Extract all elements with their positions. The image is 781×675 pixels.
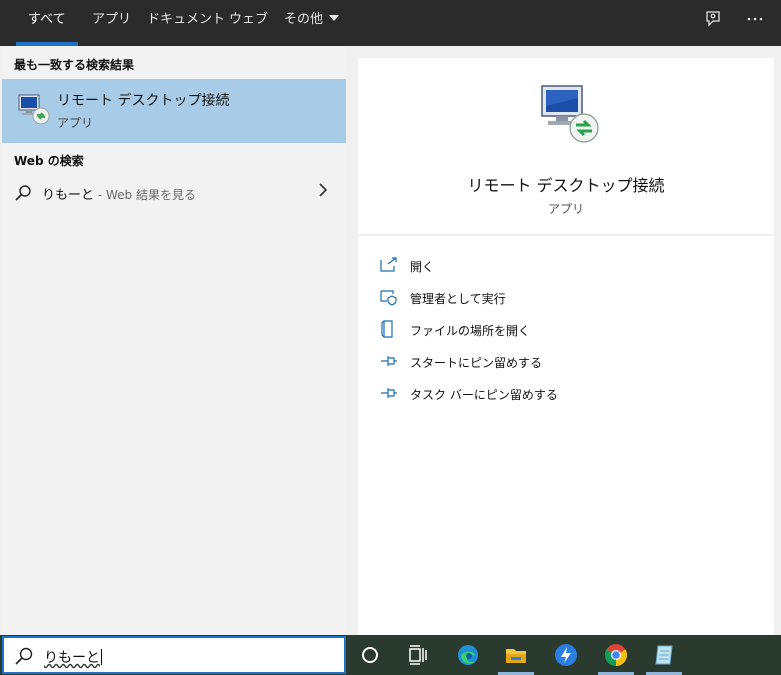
notepad-button[interactable]: [640, 635, 688, 675]
web-search-suffix: - Web 結果を見る: [94, 188, 196, 202]
edge-icon: [458, 645, 478, 665]
text-cursor: [101, 649, 102, 665]
preview-pane: リモート デスクトップ接続 アプリ 開く 管理者として実行 ファイルの場所を開く: [346, 46, 781, 635]
feedback-icon[interactable]: [702, 10, 724, 32]
search-icon: [14, 646, 34, 666]
web-search-result[interactable]: りもーと - Web 結果を見る: [2, 176, 346, 210]
remote-desktop-icon: [538, 82, 600, 144]
edge-button[interactable]: [444, 635, 492, 675]
action-run-as-admin-label: 管理者として実行: [410, 292, 506, 306]
pin-icon: [380, 352, 398, 370]
best-match-subtitle: アプリ: [57, 116, 94, 130]
action-open-label: 開く: [410, 260, 435, 274]
remote-desktop-icon: [16, 91, 50, 125]
file-location-icon: [380, 320, 398, 338]
tab-apps[interactable]: アプリ: [92, 0, 131, 46]
run-as-admin-icon: [380, 288, 398, 306]
best-match-title: リモート デスクトップ接続: [57, 93, 230, 109]
app-detail-title: リモート デスクトップ接続: [467, 176, 665, 195]
more-options-icon[interactable]: [744, 10, 766, 32]
pin-icon: [380, 384, 398, 402]
action-pin-to-start-label: スタートにピン留めする: [410, 356, 543, 370]
search-input-text: りもーと: [44, 650, 100, 666]
notepad-icon: [655, 645, 673, 665]
app-detail-card: リモート デスクトップ接続 アプリ: [358, 58, 774, 234]
search-icon: [14, 184, 32, 202]
file-explorer-button[interactable]: [492, 635, 540, 675]
web-search-query: りもーと: [42, 188, 95, 203]
action-pin-to-taskbar-label: タスク バーにピン留めする: [410, 388, 558, 402]
search-input[interactable]: りもーと: [2, 636, 346, 674]
chrome-button[interactable]: [592, 635, 640, 675]
task-view-icon: [409, 645, 427, 665]
taskbar: りもーと: [0, 635, 781, 675]
chevron-right-icon: [318, 182, 328, 203]
tab-web[interactable]: ウェブ: [229, 0, 268, 46]
search-input-value: りもーと: [44, 647, 102, 667]
app-bolt-button[interactable]: [542, 635, 590, 675]
open-icon: [380, 256, 398, 274]
app-detail-subtitle: アプリ: [547, 202, 584, 216]
file-explorer-icon: [506, 649, 526, 663]
cortana-button[interactable]: [346, 635, 394, 675]
task-view-button[interactable]: [394, 635, 442, 675]
chevron-down-icon: [329, 15, 340, 21]
best-match-header: 最も一致する検索結果: [14, 58, 135, 72]
web-search-header: Web の検索: [14, 154, 84, 168]
cortana-icon: [362, 647, 378, 663]
web-search-label: りもーと - Web 結果を見る: [42, 184, 196, 203]
results-pane: 最も一致する検索結果 リモート デスクトップ接続 アプリ Web の検索 りもー…: [2, 46, 346, 635]
tab-more[interactable]: その他: [284, 0, 340, 46]
tab-documents[interactable]: ドキュメント: [147, 0, 225, 46]
app-actions-list: 開く 管理者として実行 ファイルの場所を開く スタートにピン留めする タスク バ…: [358, 236, 774, 635]
best-match-result[interactable]: リモート デスクトップ接続 アプリ: [2, 79, 346, 143]
app-bolt-icon: [555, 644, 577, 666]
tab-all[interactable]: すべて: [28, 0, 66, 46]
tab-more-label: その他: [284, 12, 324, 27]
chrome-icon: [605, 644, 627, 666]
search-scope-tabs: すべて アプリ ドキュメント ウェブ その他: [0, 0, 781, 46]
action-open-file-location-label: ファイルの場所を開く: [410, 324, 531, 338]
